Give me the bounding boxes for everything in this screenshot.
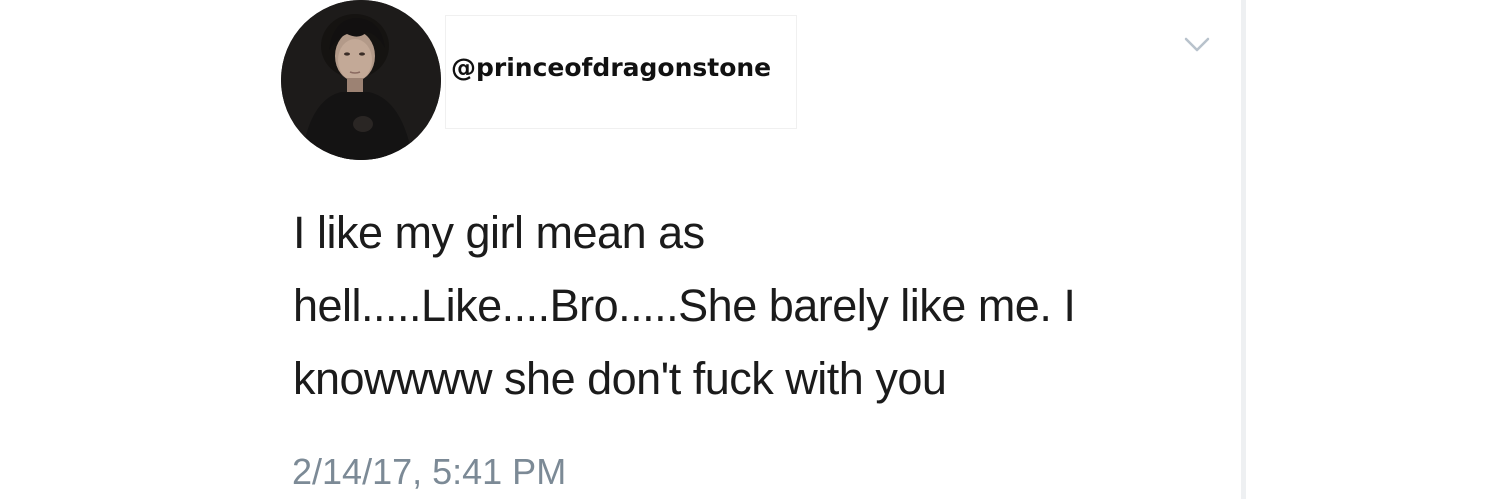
tweet-screenshot: @princeofdragonstone I like my girl mean… — [0, 0, 1500, 499]
chevron-down-icon[interactable] — [1183, 35, 1211, 55]
tweet-text-line: hell.....Like....Bro.....She barely like… — [293, 280, 1076, 331]
tweet-text: I like my girl mean as hell.....Like....… — [293, 196, 1213, 415]
tweet-text-line: knowwww she don't fuck with you — [293, 353, 947, 404]
divider — [1241, 0, 1246, 499]
profile-photo — [281, 0, 441, 160]
user-handle[interactable]: @princeofdragonstone — [451, 53, 771, 82]
avatar[interactable] — [281, 0, 441, 160]
timestamp[interactable]: 2/14/17, 5:41 PM — [292, 451, 566, 493]
tweet-text-line: I like my girl mean as — [293, 207, 705, 258]
